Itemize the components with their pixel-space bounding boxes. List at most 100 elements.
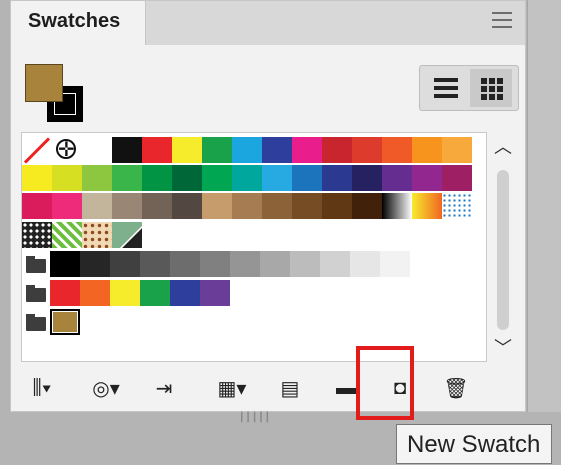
- color-swatch[interactable]: [22, 193, 52, 219]
- color-swatch[interactable]: [292, 137, 322, 163]
- swatch-row: [22, 251, 410, 277]
- color-group-icon: ▦▾: [217, 377, 247, 400]
- color-swatch[interactable]: [52, 165, 82, 191]
- folder-icon: ▬: [336, 376, 356, 399]
- swatch-gradient[interactable]: [382, 193, 412, 219]
- swatch-gradient[interactable]: [412, 193, 442, 219]
- color-swatch[interactable]: [262, 137, 292, 163]
- swatch-options-button[interactable]: ▤: [273, 371, 307, 405]
- color-swatch[interactable]: [322, 165, 352, 191]
- color-swatch[interactable]: [82, 137, 112, 163]
- swatch-pattern[interactable]: [22, 222, 52, 248]
- color-swatch[interactable]: [50, 280, 80, 306]
- show-kinds-icon: ◎▾: [92, 377, 120, 400]
- color-swatch[interactable]: [442, 165, 472, 191]
- color-swatch[interactable]: [380, 251, 410, 277]
- color-swatch[interactable]: [82, 165, 112, 191]
- color-swatch[interactable]: [172, 137, 202, 163]
- color-swatch[interactable]: [412, 165, 442, 191]
- swatch-libraries-menu-button[interactable]: ⫼▾: [25, 371, 59, 405]
- hamburger-menu-icon[interactable]: [492, 12, 512, 28]
- scroll-down-icon[interactable]: ﹀: [488, 337, 518, 359]
- swatch-none[interactable]: [22, 137, 52, 163]
- color-swatch[interactable]: [140, 280, 170, 306]
- color-swatch[interactable]: [200, 251, 230, 277]
- color-swatch[interactable]: [350, 251, 380, 277]
- color-swatch[interactable]: [52, 193, 82, 219]
- list-view-icon[interactable]: [425, 69, 467, 107]
- color-swatch[interactable]: [82, 193, 112, 219]
- color-group-button[interactable]: ▦▾: [215, 371, 249, 405]
- color-swatch[interactable]: [112, 165, 142, 191]
- color-swatch[interactable]: [232, 137, 262, 163]
- color-swatch[interactable]: [142, 165, 172, 191]
- color-swatch[interactable]: [170, 280, 200, 306]
- tooltip: New Swatch: [396, 424, 552, 464]
- color-swatch[interactable]: [110, 280, 140, 306]
- swatch-registration[interactable]: [52, 137, 82, 163]
- color-swatch[interactable]: [172, 165, 202, 191]
- color-swatch[interactable]: [382, 137, 412, 163]
- new-swatch-highlight: [356, 346, 414, 420]
- color-swatch[interactable]: [202, 137, 232, 163]
- color-group-folder-icon[interactable]: [22, 309, 50, 335]
- color-swatch[interactable]: [262, 193, 292, 219]
- delete-swatch-button[interactable]: 🗑: [439, 371, 473, 405]
- color-swatch[interactable]: [290, 251, 320, 277]
- grid-view-icon[interactable]: [470, 69, 512, 107]
- fill-stroke-indicator[interactable]: [25, 64, 85, 124]
- color-swatch[interactable]: [170, 251, 200, 277]
- color-group-folder-icon[interactable]: [22, 251, 50, 277]
- color-swatch[interactable]: [22, 165, 52, 191]
- color-swatch[interactable]: [80, 251, 110, 277]
- color-swatch[interactable]: [230, 251, 260, 277]
- color-swatch[interactable]: [352, 193, 382, 219]
- swatch-pattern[interactable]: [442, 193, 472, 219]
- color-swatch[interactable]: [412, 137, 442, 163]
- fill-swatch[interactable]: [25, 64, 63, 102]
- color-swatch[interactable]: [202, 193, 232, 219]
- show-kinds-button[interactable]: ◎▾: [89, 371, 123, 405]
- color-swatch[interactable]: [200, 280, 230, 306]
- color-swatch[interactable]: [382, 165, 412, 191]
- swatch-pattern[interactable]: [82, 222, 112, 248]
- swatch-pattern[interactable]: [112, 222, 142, 248]
- swatch-pattern[interactable]: [52, 222, 82, 248]
- color-swatch[interactable]: [50, 251, 80, 277]
- color-swatch[interactable]: [110, 251, 140, 277]
- tab-swatches[interactable]: Swatches: [11, 1, 146, 45]
- color-swatch[interactable]: [172, 193, 202, 219]
- color-swatch[interactable]: [112, 193, 142, 219]
- color-swatch[interactable]: [352, 137, 382, 163]
- color-swatch[interactable]: [322, 193, 352, 219]
- color-swatch[interactable]: [232, 193, 262, 219]
- color-swatch[interactable]: [442, 137, 472, 163]
- color-swatch[interactable]: [142, 137, 172, 163]
- color-group-folder-icon[interactable]: [22, 280, 50, 306]
- panel-bottom-toolbar: ⫼▾ ◎▾ ⇥ ▦▾ ▤ ▬ ◘ 🗑: [11, 365, 525, 411]
- place-swatches-button[interactable]: ⇥: [147, 371, 181, 405]
- swatch-row: [22, 222, 142, 248]
- scroll-up-icon[interactable]: ︿: [488, 136, 518, 158]
- color-swatch[interactable]: [322, 137, 352, 163]
- color-swatch[interactable]: [202, 165, 232, 191]
- swatch-row: [22, 193, 472, 219]
- color-swatch[interactable]: [262, 165, 292, 191]
- color-swatch[interactable]: [292, 193, 322, 219]
- color-swatch[interactable]: [260, 251, 290, 277]
- scrollbar[interactable]: ︿ ﹀: [488, 132, 518, 362]
- color-swatch[interactable]: [80, 280, 110, 306]
- color-swatch[interactable]: [320, 251, 350, 277]
- scroll-thumb[interactable]: [497, 170, 509, 330]
- color-swatch[interactable]: [112, 137, 142, 163]
- color-swatch[interactable]: [292, 165, 322, 191]
- swatch-row: [22, 280, 230, 306]
- view-toggle: [419, 65, 519, 111]
- color-swatch[interactable]: [352, 165, 382, 191]
- swatch-row: [22, 137, 472, 163]
- swatch-selected[interactable]: [50, 309, 80, 335]
- color-swatch[interactable]: [140, 251, 170, 277]
- color-swatch[interactable]: [142, 193, 172, 219]
- color-swatch[interactable]: [232, 165, 262, 191]
- resize-grip[interactable]: ┃┃┃┃┃: [239, 412, 273, 422]
